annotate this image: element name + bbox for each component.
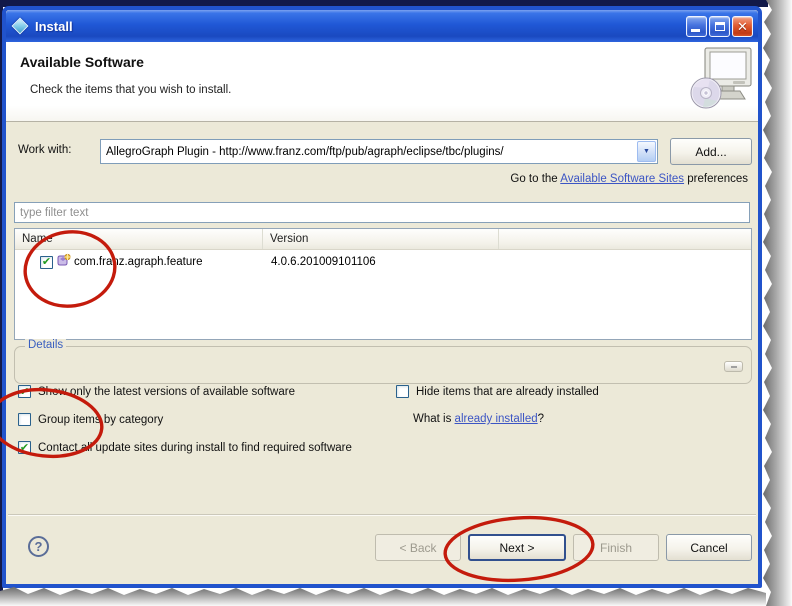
window-title: Install [35,18,73,34]
install-wizard-icon [11,17,29,35]
contact-sites-label: Contact all update sites during install … [38,441,352,454]
maximize-button[interactable] [709,15,730,37]
table-row[interactable]: ✔ com.franz.agraph.feature 4.0.6.2010091… [15,252,751,272]
minimize-button[interactable] [686,15,707,37]
feature-version: 4.0.6.201009101106 [271,256,376,268]
torn-edge-right [763,0,792,606]
software-table: Name Version ✔ com.franz.agraph.feature … [14,228,752,340]
work-with-value[interactable] [101,140,636,163]
page-subtitle: Check the items that you wish to install… [30,84,232,96]
cancel-button[interactable]: Cancel [666,534,752,561]
close-button[interactable]: ✕ [732,15,753,37]
group-by-category-checkbox[interactable] [18,413,31,426]
install-monitor-cd-icon [689,45,755,122]
show-latest-checkbox[interactable]: ✔ [18,385,31,398]
column-header-version[interactable]: Version [263,229,499,249]
group-by-category-label: Group items by category [38,413,164,426]
feature-icon [56,253,71,271]
back-button[interactable]: < Back [375,534,461,561]
finish-button[interactable]: Finish [573,534,659,561]
help-button[interactable]: ? [28,536,49,557]
option-hide-installed[interactable]: Hide items that are already installed [396,385,599,398]
filter-input[interactable] [14,202,750,223]
available-software-sites-link[interactable]: Available Software Sites [560,173,684,185]
table-header: Name Version [15,229,751,250]
wizard-header: Available Software Check the items that … [6,42,758,122]
torn-edge-bottom [0,587,766,606]
column-header-blank [499,229,751,249]
chevron-down-icon: ▼ [643,148,650,155]
details-group: Details [14,339,752,384]
add-button[interactable]: Add... [670,138,752,165]
hide-installed-label: Hide items that are already installed [416,385,599,398]
work-with-combobox[interactable]: ▼ [100,139,658,164]
what-is-suffix: ? [537,413,545,425]
close-icon: ✕ [737,18,748,34]
option-group-by-category[interactable]: Group items by category [18,413,163,426]
software-sites-line: Go to the Available Software Sites prefe… [510,173,748,185]
next-button[interactable]: Next > [468,534,566,561]
maximize-icon [714,21,725,31]
option-contact-sites[interactable]: ✔ Contact all update sites during instal… [18,441,352,454]
option-show-latest[interactable]: ✔ Show only the latest versions of avail… [18,385,295,398]
already-installed-link[interactable]: already installed [455,413,538,425]
install-dialog: Install ✕ Available Software Check the i… [2,6,762,588]
sites-suffix: preferences [684,173,748,185]
details-label: Details [25,339,67,351]
what-is-prefix: What is [413,413,455,425]
wizard-buttons: < Back Next > Finish Cancel [375,534,752,561]
contact-sites-checkbox[interactable]: ✔ [18,441,31,454]
feature-name: com.franz.agraph.feature [74,256,203,268]
row-checkbox[interactable]: ✔ [40,255,53,269]
wizard-content: Work with: ▼ Add... Go to the Available … [6,122,758,584]
footer-separator [8,514,756,516]
dialog-body: Available Software Check the items that … [6,42,758,584]
sites-prefix: Go to the [510,173,561,185]
details-expand-button[interactable] [724,361,743,372]
work-with-label: Work with: [18,144,72,156]
minimize-icon [691,28,700,32]
what-is-installed-line: What is already installed? [413,413,544,425]
column-header-name[interactable]: Name [15,229,263,249]
titlebar[interactable]: Install ✕ [6,10,758,42]
page-title: Available Software [20,54,144,70]
hide-installed-checkbox[interactable] [396,385,409,398]
show-latest-label: Show only the latest versions of availab… [38,385,295,398]
combo-dropdown-button[interactable]: ▼ [637,141,656,162]
